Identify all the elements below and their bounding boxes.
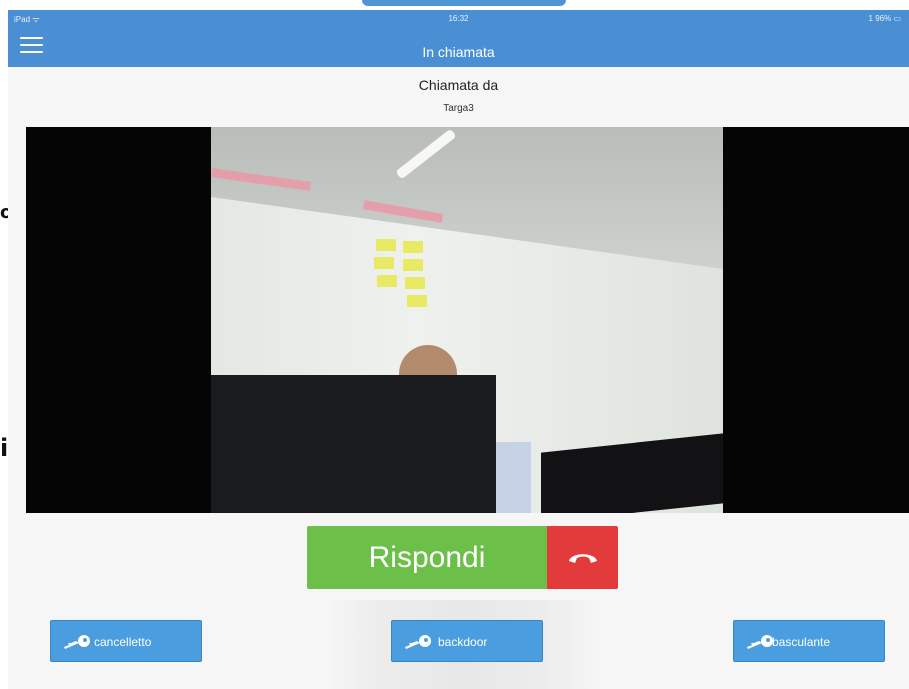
button-label: cancelletto (94, 635, 152, 649)
hangup-button[interactable] (547, 526, 618, 589)
clock: 16:32 (448, 14, 469, 23)
app-screen: iPad ᯤ 16:32 1 96% ▭ In chiamata Chiamat… (8, 10, 909, 689)
button-label: backdoor (438, 635, 488, 649)
page-title: In chiamata (422, 44, 495, 60)
caller-name: Targa3 (443, 103, 474, 114)
key-icon (405, 635, 431, 649)
camera-image (211, 127, 723, 513)
battery-status: 1 96% ▭ (868, 14, 901, 23)
open-cancelletto-button[interactable]: cancelletto (50, 620, 202, 662)
clipped-text-fragment: i (0, 434, 9, 462)
open-backdoor-button[interactable]: backdoor (391, 620, 543, 662)
button-label: basculante (772, 635, 831, 649)
header-bar: iPad ᯤ 16:32 1 96% ▭ In chiamata (8, 10, 909, 67)
key-icon (747, 635, 773, 649)
phone-hangup-icon (569, 554, 597, 563)
key-icon (64, 635, 90, 649)
caller-heading: Chiamata da (418, 77, 499, 93)
outer-window-tab (362, 0, 566, 6)
call-action-bar: Rispondi (307, 526, 618, 589)
open-basculante-button[interactable]: basculante (733, 620, 885, 662)
answer-button[interactable]: Rispondi (307, 526, 547, 589)
video-feed (26, 127, 909, 513)
